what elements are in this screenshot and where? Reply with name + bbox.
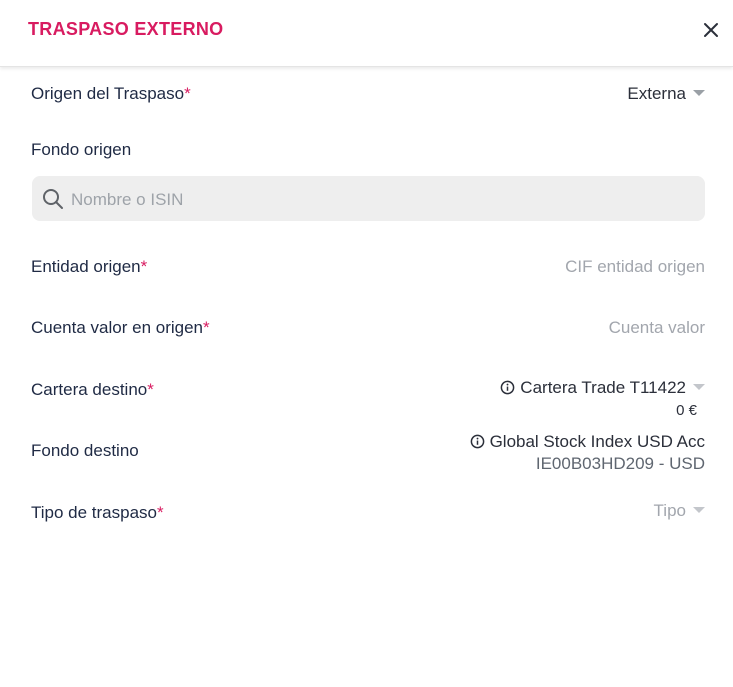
fondo-destino-name-wrap: Global Stock Index USD Acc — [470, 432, 705, 452]
cartera-balance: 0 € — [676, 402, 697, 419]
fondo-destino-isin: IE00B03HD209 - USD — [535, 454, 705, 473]
tipo-traspaso-label: Tipo de traspaso* — [31, 503, 164, 523]
fondo-origen-search-input[interactable] — [69, 176, 693, 223]
required-mark: * — [203, 318, 210, 337]
fondo-origen-row: Fondo origen — [31, 140, 705, 164]
cuenta-valor-input[interactable]: Cuenta valor — [609, 318, 705, 338]
close-icon — [704, 23, 718, 37]
fondo-origen-label: Fondo origen — [31, 140, 132, 159]
caret-down-icon — [693, 384, 705, 390]
origen-label-text: Origen del Traspaso — [31, 84, 185, 103]
cartera-destino-select[interactable]: Cartera Trade T11422 — [500, 378, 705, 398]
caret-down-icon — [693, 507, 705, 513]
entidad-origen-row: Entidad origen* CIF entidad origen — [31, 257, 705, 281]
tipo-traspaso-placeholder: Tipo — [653, 501, 686, 520]
tipo-traspaso-row: Tipo de traspaso* Tipo — [31, 501, 705, 527]
origen-value: Externa — [627, 84, 686, 103]
dialog-header: TRASPASO EXTERNO — [0, 0, 733, 67]
info-icon[interactable] — [500, 380, 515, 395]
origen-label: Origen del Traspaso* — [31, 84, 191, 104]
caret-down-icon — [693, 90, 705, 96]
fondo-origen-search[interactable] — [32, 176, 705, 223]
entidad-origen-input[interactable]: CIF entidad origen — [565, 257, 705, 277]
cuenta-valor-label: Cuenta valor en origen* — [31, 318, 210, 338]
tipo-traspaso-label-text: Tipo de traspaso — [31, 503, 157, 522]
cartera-destino-label: Cartera destino* — [31, 380, 154, 400]
origen-row: Origen del Traspaso* Externa — [31, 84, 705, 108]
cuenta-valor-label-text: Cuenta valor en origen — [31, 318, 204, 337]
cuenta-valor-row: Cuenta valor en origen* Cuenta valor — [31, 318, 705, 342]
tipo-traspaso-select[interactable]: Tipo — [654, 501, 705, 521]
fondo-destino-name: Global Stock Index USD Acc — [489, 432, 705, 451]
close-button[interactable] — [701, 20, 721, 40]
cartera-destino-value: Cartera Trade T11422 — [520, 378, 686, 397]
required-mark: * — [157, 503, 164, 522]
dialog-title: TRASPASO EXTERNO — [28, 19, 224, 39]
required-mark: * — [147, 380, 154, 399]
origen-select[interactable]: Externa — [627, 84, 705, 104]
fondo-destino-label: Fondo destino — [31, 441, 139, 460]
cartera-destino-label-text: Cartera destino — [31, 380, 148, 399]
info-icon[interactable] — [470, 434, 485, 449]
entidad-origen-label-text: Entidad origen — [31, 257, 141, 276]
cartera-destino-row: Cartera destino* Cartera Trade T11422 0 … — [31, 378, 705, 422]
required-mark: * — [184, 84, 191, 103]
entidad-origen-label: Entidad origen* — [31, 257, 147, 277]
search-icon — [43, 189, 63, 209]
fondo-destino-row: Fondo destino Global Stock Index USD Acc… — [31, 432, 705, 476]
required-mark: * — [140, 257, 148, 276]
